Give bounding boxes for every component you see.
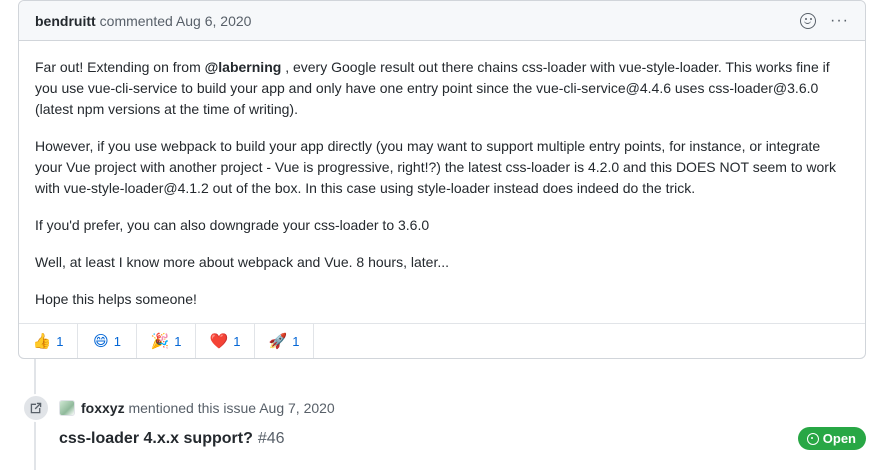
comment-body: Far out! Extending on from @laberning , …: [19, 41, 865, 310]
heart-icon: ❤️: [209, 333, 229, 350]
reaction-thumbs-up-button[interactable]: 👍 1: [19, 324, 78, 358]
referenced-issue-title-link[interactable]: css-loader 4.x.x support?: [59, 430, 253, 448]
reaction-heart-button[interactable]: ❤️ 1: [196, 324, 255, 358]
hooray-icon: 🎉: [150, 333, 170, 350]
reaction-count: 1: [292, 333, 300, 349]
cross-reference-badge: [22, 394, 50, 422]
cross-reference-event: foxxyz mentioned this issue Aug 7, 2020: [22, 394, 335, 422]
add-reaction-icon[interactable]: [800, 12, 817, 29]
comment-paragraph: If you'd prefer, you can also downgrade …: [35, 217, 430, 233]
laugh-icon: 😄: [93, 333, 109, 350]
comment-header: bendruitt commented Aug 6, 2020 ···: [19, 1, 865, 41]
comment-timestamp[interactable]: commented Aug 6, 2020: [100, 13, 252, 29]
event-description: foxxyz mentioned this issue Aug 7, 2020: [81, 400, 335, 416]
comment-card: bendruitt commented Aug 6, 2020 ··· Far …: [18, 0, 866, 359]
event-user-link[interactable]: foxxyz: [81, 400, 125, 416]
thumbs-up-icon: 👍: [32, 333, 52, 350]
comment-paragraph: Far out! Extending on from @laberning , …: [35, 59, 830, 117]
reaction-count: 1: [113, 333, 121, 349]
reaction-count: 1: [174, 333, 182, 349]
more-options-icon[interactable]: ···: [830, 12, 849, 29]
event-action-text: mentioned this issue Aug 7, 2020: [128, 400, 335, 416]
rocket-icon: 🚀: [268, 333, 288, 350]
reactions-bar: 👍 1 😄 1 🎉 1 ❤️ 1 🚀 1: [19, 323, 865, 358]
status-badge: Open: [797, 427, 866, 450]
reaction-rocket-button[interactable]: 🚀 1: [255, 324, 314, 358]
reaction-count: 1: [56, 333, 64, 349]
reaction-laugh-button[interactable]: 😄 1: [78, 324, 137, 358]
user-mention-link[interactable]: @laberning: [205, 59, 282, 75]
reaction-hooray-button[interactable]: 🎉 1: [137, 324, 196, 358]
comment-paragraph: Hope this helps someone!: [35, 291, 197, 307]
cross-reference-icon: [30, 402, 42, 414]
issue-opened-icon: [806, 432, 819, 445]
status-label: Open: [822, 431, 856, 446]
referenced-issue-number[interactable]: #46: [258, 430, 285, 448]
avatar[interactable]: [59, 400, 75, 416]
comment-author-link[interactable]: bendruitt: [35, 13, 96, 29]
reaction-count: 1: [233, 333, 241, 349]
referenced-issue: css-loader 4.x.x support? #46 Open: [59, 427, 866, 450]
comment-paragraph: Well, at least I know more about webpack…: [35, 254, 450, 270]
comment-paragraph: However, if you use webpack to build you…: [35, 138, 836, 196]
comment-header-actions: ···: [800, 12, 849, 29]
